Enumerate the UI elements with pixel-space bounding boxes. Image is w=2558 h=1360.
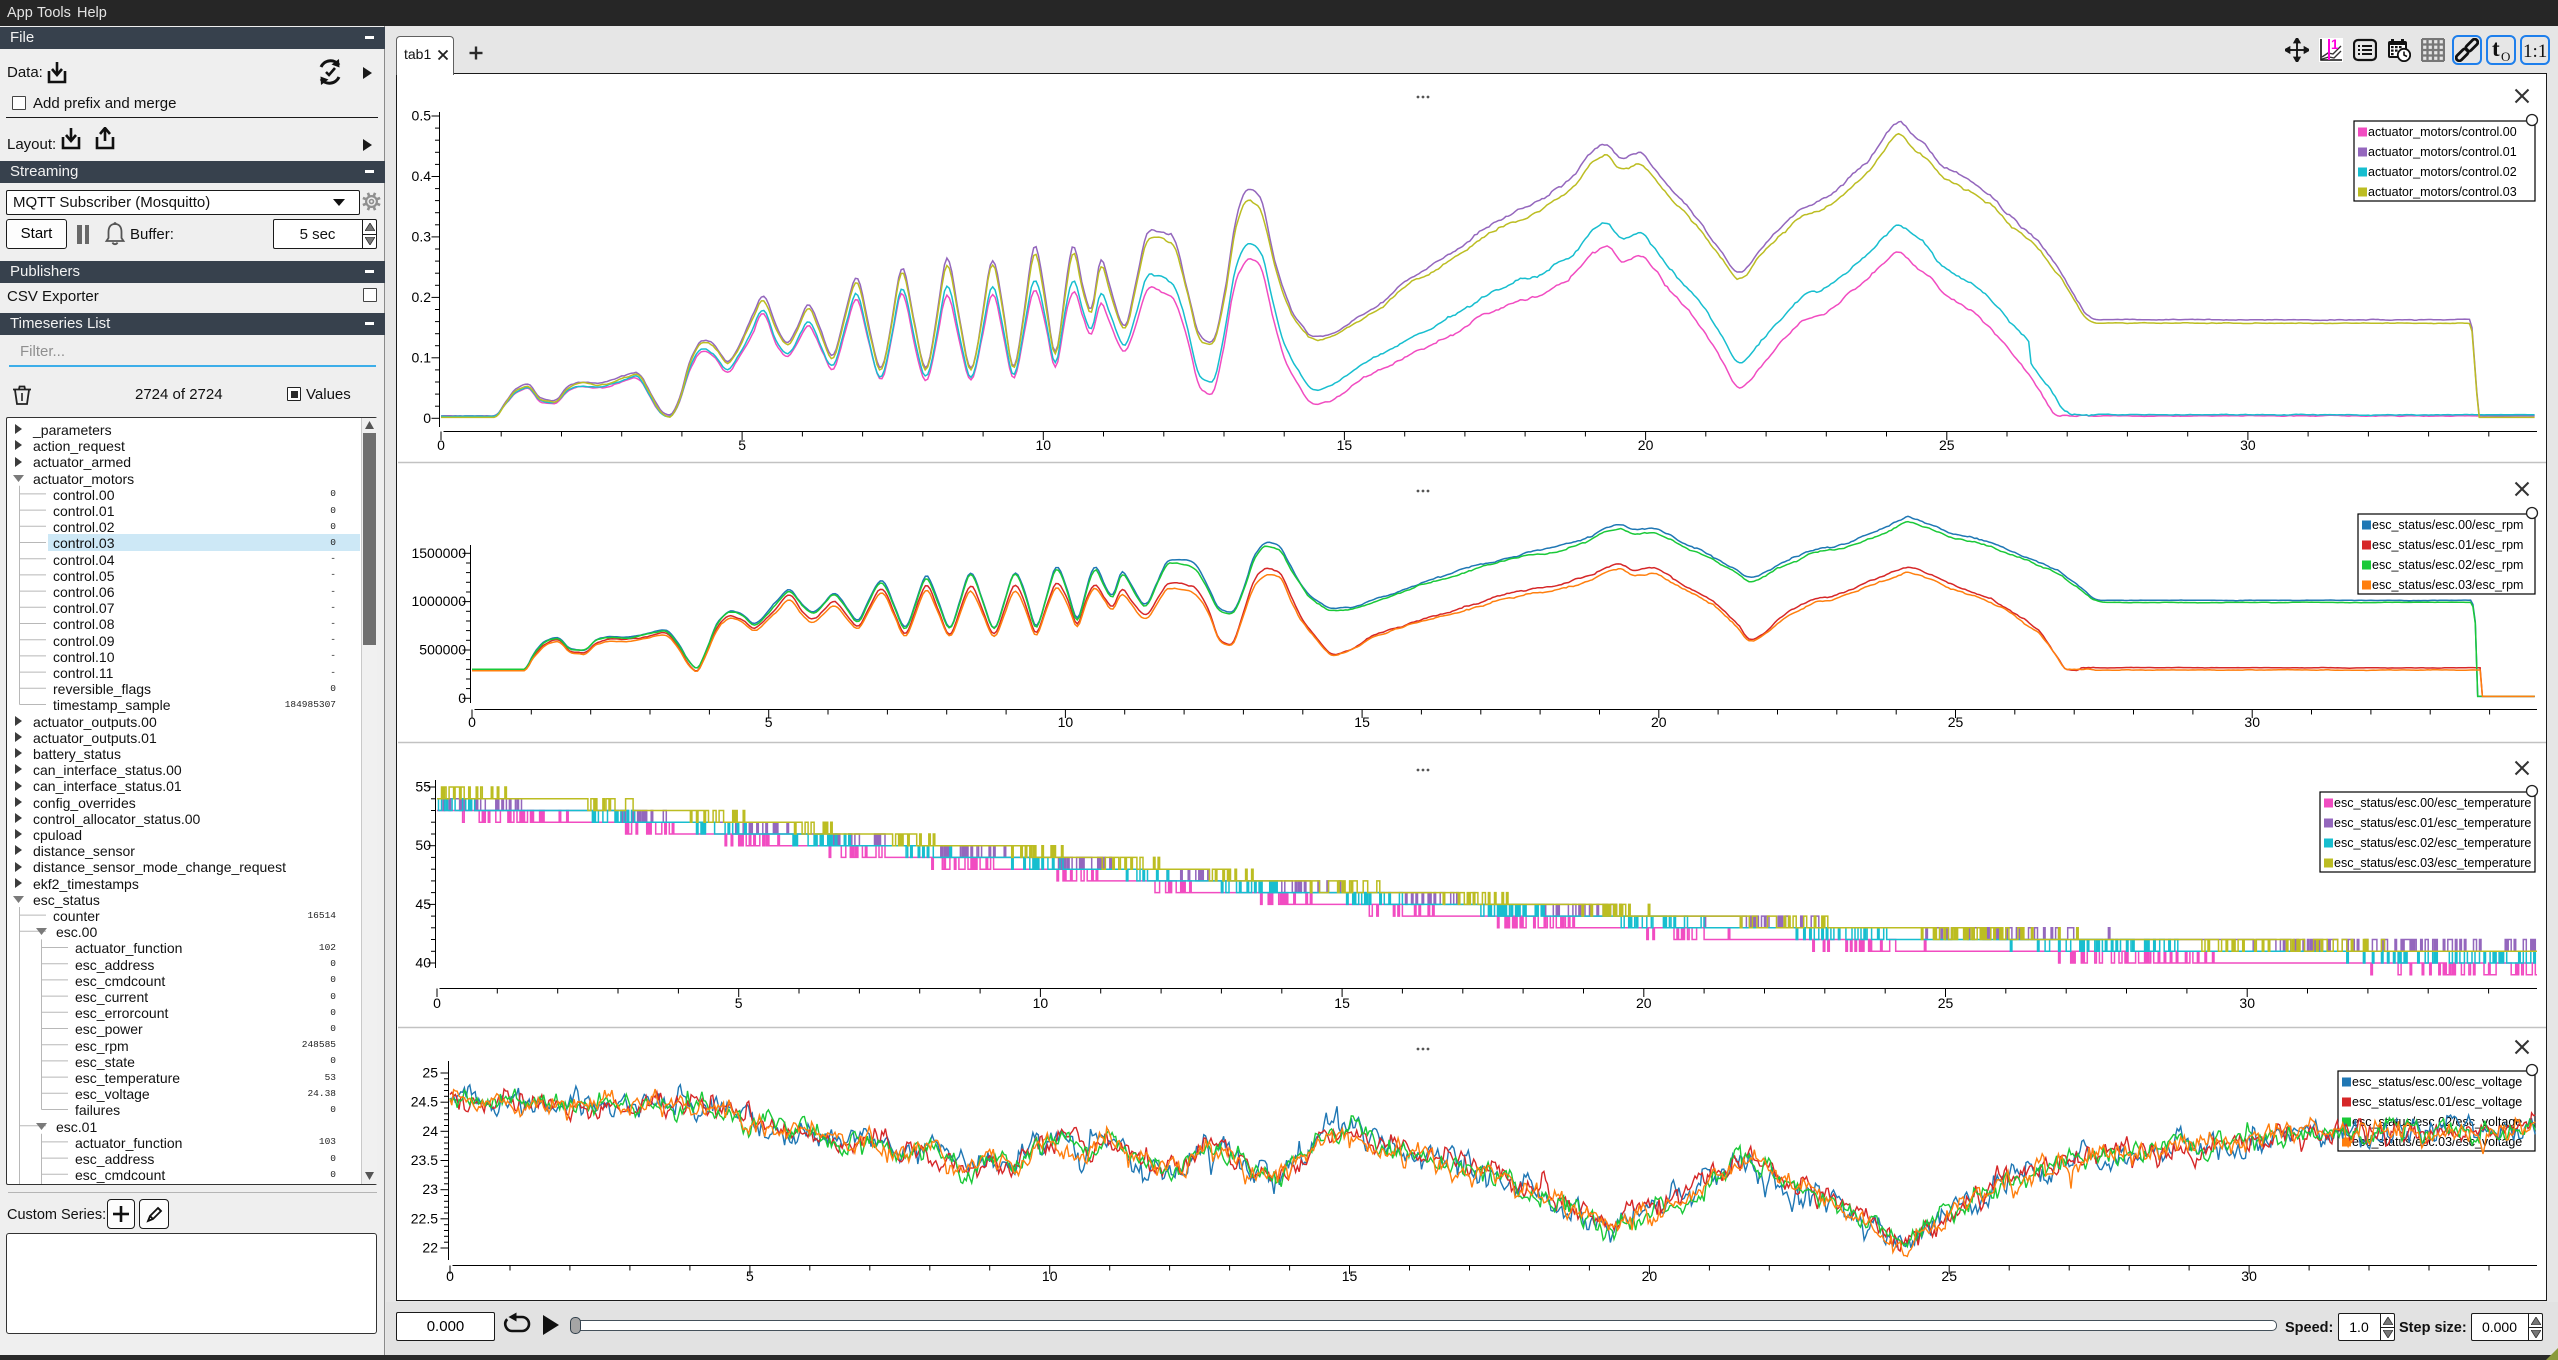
svg-text:15: 15: [1334, 995, 1350, 1011]
svg-text:15: 15: [1342, 1268, 1358, 1284]
svg-text:esc_status/esc.01/esc_rpm: esc_status/esc.01/esc_rpm: [2372, 538, 2523, 552]
svg-text:actuator_motors/control.03: actuator_motors/control.03: [2368, 185, 2517, 199]
svg-text:esc_status/esc.02/esc_temperat: esc_status/esc.02/esc_temperature: [2334, 836, 2531, 850]
svg-text:esc_status/esc.01/esc_temperat: esc_status/esc.01/esc_temperature: [2334, 816, 2531, 830]
svg-text:25: 25: [1948, 714, 1964, 730]
svg-text:40: 40: [415, 955, 431, 971]
svg-text:esc_status/esc.01/esc_voltage: esc_status/esc.01/esc_voltage: [2352, 1095, 2522, 1109]
svg-text:0.2: 0.2: [412, 289, 432, 305]
svg-text:esc_status/esc.03/esc_temperat: esc_status/esc.03/esc_temperature: [2334, 856, 2531, 870]
svg-text:10: 10: [1058, 714, 1074, 730]
svg-text:24.5: 24.5: [411, 1094, 438, 1110]
svg-text:22.5: 22.5: [411, 1210, 438, 1226]
svg-text:5: 5: [738, 437, 746, 453]
svg-text:10: 10: [1042, 1268, 1058, 1284]
svg-text:esc_status/esc.03/esc_rpm: esc_status/esc.03/esc_rpm: [2372, 578, 2523, 592]
svg-text:10: 10: [1036, 437, 1052, 453]
svg-text:15: 15: [1354, 714, 1370, 730]
svg-text:esc_status/esc.00/esc_rpm: esc_status/esc.00/esc_rpm: [2372, 518, 2523, 532]
svg-text:25: 25: [422, 1065, 438, 1081]
svg-text:22: 22: [422, 1240, 438, 1256]
svg-text:0.5: 0.5: [412, 108, 432, 124]
svg-text:0: 0: [423, 410, 431, 426]
svg-text:24: 24: [422, 1123, 438, 1139]
svg-text:10: 10: [1033, 995, 1049, 1011]
svg-text:15: 15: [1337, 437, 1353, 453]
svg-text:5: 5: [746, 1268, 754, 1284]
svg-text:0: 0: [433, 995, 441, 1011]
svg-text:20: 20: [1642, 1268, 1658, 1284]
svg-text:25: 25: [1939, 437, 1955, 453]
svg-text:30: 30: [2244, 714, 2260, 730]
svg-text:actuator_motors/control.02: actuator_motors/control.02: [2368, 165, 2517, 179]
svg-text:actuator_motors/control.01: actuator_motors/control.01: [2368, 145, 2517, 159]
svg-text:0: 0: [458, 690, 466, 706]
svg-text:esc_status/esc.00/esc_voltage: esc_status/esc.00/esc_voltage: [2352, 1075, 2522, 1089]
svg-text:30: 30: [2239, 995, 2255, 1011]
svg-text:0: 0: [437, 437, 445, 453]
svg-text:0.3: 0.3: [412, 228, 432, 244]
svg-text:30: 30: [2241, 1268, 2257, 1284]
svg-text:30: 30: [2240, 437, 2256, 453]
svg-text:0.1: 0.1: [412, 349, 432, 365]
svg-text:23.5: 23.5: [411, 1152, 438, 1168]
svg-text:1000000: 1000000: [411, 593, 466, 609]
svg-text:actuator_motors/control.00: actuator_motors/control.00: [2368, 125, 2517, 139]
svg-text:0: 0: [446, 1268, 454, 1284]
svg-text:500000: 500000: [419, 642, 466, 658]
svg-text:0: 0: [468, 714, 476, 730]
svg-text:20: 20: [1636, 995, 1652, 1011]
svg-text:0.4: 0.4: [412, 168, 432, 184]
svg-text:esc_status/esc.02/esc_rpm: esc_status/esc.02/esc_rpm: [2372, 558, 2523, 572]
svg-text:20: 20: [1651, 714, 1667, 730]
svg-text:25: 25: [1941, 1268, 1957, 1284]
svg-text:23: 23: [422, 1181, 438, 1197]
svg-text:5: 5: [735, 995, 743, 1011]
svg-text:25: 25: [1938, 995, 1954, 1011]
svg-text:5: 5: [765, 714, 773, 730]
svg-text:1500000: 1500000: [411, 545, 466, 561]
svg-text:esc_status/esc.00/esc_temperat: esc_status/esc.00/esc_temperature: [2334, 796, 2531, 810]
svg-text:45: 45: [415, 896, 431, 912]
svg-text:55: 55: [415, 779, 431, 795]
svg-text:20: 20: [1638, 437, 1654, 453]
svg-text:50: 50: [415, 837, 431, 853]
